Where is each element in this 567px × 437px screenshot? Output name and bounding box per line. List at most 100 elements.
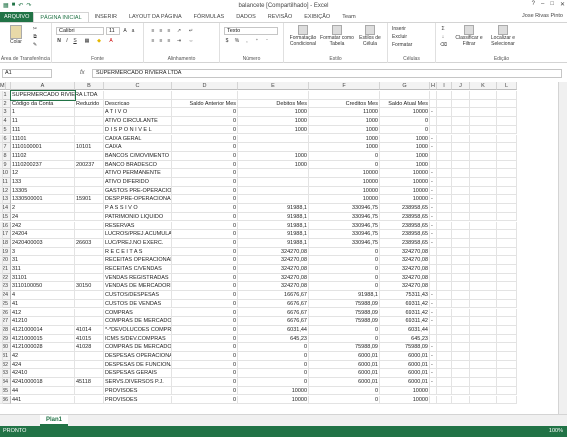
cell[interactable]	[452, 395, 470, 405]
cell[interactable]: 10000	[309, 169, 380, 178]
currency-icon[interactable]: $	[224, 38, 230, 44]
cell[interactable]	[470, 247, 497, 257]
cell[interactable]	[470, 195, 497, 205]
cell[interactable]: DESP.PRE-OPERACIONAIS	[104, 195, 172, 205]
cell[interactable]: 412	[11, 308, 75, 318]
cell[interactable]	[75, 299, 104, 309]
cell[interactable]: -	[430, 378, 437, 387]
cell[interactable]: 0	[172, 352, 238, 361]
cell[interactable]	[0, 395, 3, 405]
cell[interactable]: 1000	[238, 160, 309, 170]
cell[interactable]: 0	[172, 160, 238, 170]
cell[interactable]	[437, 212, 452, 222]
cell[interactable]: -	[430, 221, 437, 231]
cell[interactable]: -	[430, 230, 437, 239]
cell[interactable]: -	[430, 195, 437, 205]
cell[interactable]: 330946,75	[309, 212, 380, 222]
cell[interactable]: 6031,44	[238, 325, 309, 335]
cell[interactable]	[0, 160, 3, 170]
sheet-tab[interactable]: Plan1	[40, 415, 69, 426]
sort-filter-button[interactable]: Classificar e Filtrar	[454, 25, 484, 47]
cell[interactable]	[437, 308, 452, 318]
tab-page-layout[interactable]: LAYOUT DA PÁGINA	[123, 12, 188, 22]
minimize-icon[interactable]: –	[541, 1, 544, 8]
cell[interactable]: VENDAS REGISTRADAS	[104, 273, 172, 283]
cell[interactable]	[437, 360, 452, 370]
cell[interactable]: 238958,65	[380, 230, 430, 239]
column-header[interactable]: I	[437, 82, 452, 90]
cell[interactable]	[0, 204, 3, 213]
cell[interactable]	[437, 273, 452, 283]
cell[interactable]: 91988,1	[238, 221, 309, 231]
copy-icon[interactable]: ⧉	[32, 34, 38, 40]
cell[interactable]	[452, 143, 470, 152]
cell[interactable]: 10000	[380, 169, 430, 178]
tab-home[interactable]: PÁGINA INICIAL	[33, 12, 89, 22]
cell[interactable]	[75, 308, 104, 318]
cell[interactable]	[452, 299, 470, 309]
cell[interactable]	[0, 169, 3, 178]
cell[interactable]	[430, 160, 437, 170]
cell[interactable]	[75, 212, 104, 222]
cell[interactable]	[497, 343, 517, 352]
cell[interactable]	[470, 230, 497, 239]
cell[interactable]: 0	[309, 325, 380, 335]
cell[interactable]: R E C E I T A S	[104, 247, 172, 257]
cell[interactable]	[238, 186, 309, 196]
cell[interactable]	[497, 282, 517, 292]
cell[interactable]	[437, 125, 452, 135]
cell[interactable]: COMPRAS DE MERCADORIAS	[104, 343, 172, 352]
cell[interactable]: 324270,08	[380, 282, 430, 292]
cell[interactable]: 3	[11, 247, 75, 257]
cell[interactable]	[0, 178, 3, 187]
cell[interactable]: 91988,1	[238, 204, 309, 213]
cell[interactable]	[437, 317, 452, 326]
cell[interactable]: -	[430, 204, 437, 213]
cell[interactable]: -	[430, 343, 437, 352]
cell[interactable]	[75, 125, 104, 135]
cell[interactable]	[0, 256, 3, 265]
cell[interactable]	[437, 256, 452, 265]
cell[interactable]	[497, 125, 517, 135]
cell[interactable]	[497, 204, 517, 213]
cell[interactable]	[452, 352, 470, 361]
cell[interactable]	[437, 369, 452, 379]
cell[interactable]: 10000	[309, 186, 380, 196]
cell[interactable]	[497, 108, 517, 118]
cell[interactable]: -	[430, 178, 437, 187]
vertical-scrollbar[interactable]	[558, 82, 567, 414]
cell[interactable]	[0, 99, 3, 109]
cell[interactable]	[452, 256, 470, 265]
cell[interactable]: ICMS S/DEV.COMPRAS	[104, 334, 172, 344]
cell[interactable]: 91988,1	[238, 238, 309, 248]
cell[interactable]: 330946,75	[309, 230, 380, 239]
cell[interactable]	[470, 256, 497, 265]
cell[interactable]: 4	[11, 291, 75, 300]
cell[interactable]	[452, 160, 470, 170]
cell[interactable]: 41	[11, 299, 75, 309]
cell[interactable]: 330946,75	[309, 238, 380, 248]
cell[interactable]: DESPESAS OPERACIONAIS	[104, 352, 172, 361]
cell[interactable]	[470, 212, 497, 222]
cell[interactable]	[497, 265, 517, 274]
cell[interactable]	[0, 369, 3, 379]
cell[interactable]: 42410	[11, 369, 75, 379]
cell[interactable]	[238, 178, 309, 187]
cell[interactable]: 4121000014	[11, 325, 75, 335]
cell[interactable]: 324270,08	[380, 256, 430, 265]
cell[interactable]: 6000,01	[309, 352, 380, 361]
align-left-icon[interactable]: ≡	[150, 38, 156, 44]
cell[interactable]	[470, 360, 497, 370]
cell[interactable]: 0	[172, 143, 238, 152]
cell[interactable]	[75, 247, 104, 257]
wrap-text-icon[interactable]: ↵	[188, 28, 194, 34]
font-name-select[interactable]: Calibri	[56, 27, 104, 35]
indent-icon[interactable]: ⇥	[176, 38, 182, 44]
cell[interactable]: 1000	[380, 151, 430, 161]
cell[interactable]: 75988,09	[309, 317, 380, 326]
cell[interactable]: 0	[172, 212, 238, 222]
cell[interactable]: 10000	[380, 386, 430, 396]
cell[interactable]	[0, 317, 3, 326]
cell[interactable]: 0	[380, 125, 430, 135]
cell[interactable]	[452, 238, 470, 248]
